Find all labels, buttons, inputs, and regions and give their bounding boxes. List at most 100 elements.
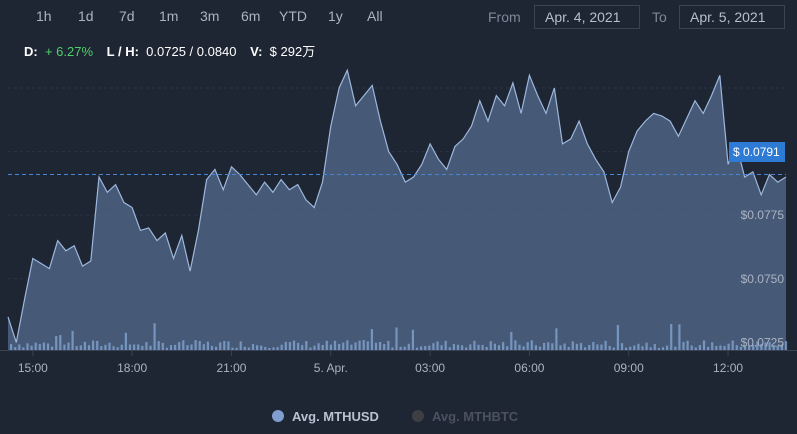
volume-bar [133,344,136,350]
volume-bar [415,347,419,350]
price-point [719,74,721,76]
volume-bar [145,342,148,350]
volume-bar [30,345,33,350]
volume-bar [358,340,361,350]
price-point [230,166,232,168]
change-label: D: [24,44,38,59]
volume-bar [543,343,546,350]
legend-item-mthusd[interactable]: Avg. MTHUSD [272,409,379,424]
volume-bar [579,343,583,350]
price-point [263,181,265,183]
range-button-6m[interactable]: 6m [241,8,260,24]
range-button-7d[interactable]: 7d [119,8,135,24]
price-point [48,267,50,269]
volume-bar [559,345,562,350]
volume-bar [735,345,738,350]
volume-bar [280,344,283,350]
volume-bar [317,343,320,350]
price-point [512,82,514,84]
price-point [272,191,274,193]
volume-bar [555,328,558,350]
range-button-1d[interactable]: 1d [78,8,94,24]
legend-dot-icon [272,410,284,422]
volume-bar [551,343,554,350]
current-price-tag: $ 0.0791 [729,142,785,162]
volume-bar [707,346,710,350]
volume-bar [395,327,398,350]
price-point [172,257,174,259]
x-tick-label: 15:00 [18,361,48,375]
volume-bar [690,345,693,350]
volume-bar [629,346,632,350]
volume-bar [411,329,414,350]
volume-bar [711,342,714,350]
to-date-input[interactable]: Apr. 5, 2021 [679,5,785,29]
y-tick-label: $0.0750 [741,272,785,286]
price-point [404,181,406,183]
volume-bar [366,341,369,350]
price-point [586,143,588,145]
range-button-3m[interactable]: 3m [200,8,219,24]
range-button-ytd[interactable]: YTD [279,8,307,24]
volume-bar [497,345,501,350]
price-point [123,201,125,203]
time-range-selector: 1h 1d 7d 1m 3m 6m YTD 1y All From Apr. 4… [0,0,797,34]
price-point [388,150,390,152]
price-point [222,189,224,191]
volume-bar [223,341,226,350]
volume-bar [514,340,517,350]
price-point [396,163,398,165]
price-point [702,112,704,114]
volume-bar [588,345,591,350]
price-point [777,181,779,183]
price-point [553,87,555,89]
volume-bar [305,341,308,350]
volume-bar [92,340,95,350]
price-point [677,135,679,137]
volume-bar [608,346,611,350]
volume-bar [235,347,238,350]
price-point [561,143,563,145]
price-point [346,69,348,71]
volume-bar [461,345,464,350]
price-point [652,112,654,114]
y-tick-label: $0.0725 [741,335,785,349]
range-button-all[interactable]: All [367,8,383,24]
volume-bar [465,347,468,350]
price-point [131,206,133,208]
volume-bar [239,341,242,350]
price-point [470,125,472,127]
price-point [503,105,505,107]
volume-bar [71,330,74,350]
range-button-1m[interactable]: 1m [159,8,178,24]
volume-bar [448,347,451,350]
volume-bar [653,344,656,350]
legend-item-mthbtc[interactable]: Avg. MTHBTC [412,409,518,424]
price-point [15,341,17,343]
price-point [644,120,646,122]
volume-bar [694,347,697,350]
price-point [611,201,613,203]
volume-bar [325,340,328,350]
volume-bar [625,347,628,350]
volume-bar [637,343,640,350]
volume-bar [674,346,677,350]
volume-bar [641,346,644,350]
price-point [628,150,630,152]
volume-bar [137,344,140,350]
volume-bar [116,347,119,350]
price-point [164,232,166,234]
range-button-1h[interactable]: 1h [36,8,52,24]
volume-bar [575,343,578,350]
price-point [305,199,307,201]
volume-bar [522,346,525,350]
x-tick-label: 5. Apr. [314,361,348,375]
price-point [661,115,663,117]
from-date-input[interactable]: Apr. 4, 2021 [534,5,640,29]
volume-bar [55,336,58,350]
volume-bar [321,345,324,350]
range-button-1y[interactable]: 1y [328,8,343,24]
price-point [354,105,356,107]
volume-bar [338,344,341,350]
volume-bar [432,343,435,350]
